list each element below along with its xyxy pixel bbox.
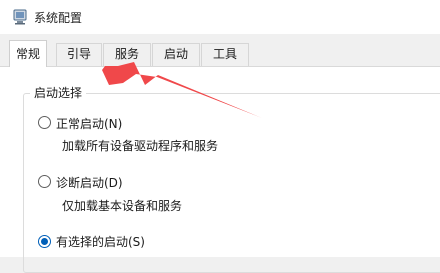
diagnostic-startup-description: 仅加载基本设备和服务 (62, 199, 183, 213)
window-title: 系统配置 (34, 11, 83, 25)
selective-startup-radio[interactable] (38, 235, 51, 248)
title-bar: 系统配置 (0, 0, 440, 34)
normal-startup-radio[interactable] (38, 116, 51, 129)
tab-startup[interactable]: 启动 (152, 43, 200, 66)
system-config-app-icon (13, 9, 27, 25)
startup-selection-legend: 启动选择 (30, 84, 87, 101)
selective-startup-label[interactable]: 有选择的启动(S) (56, 233, 145, 250)
tab-general[interactable]: 常规 (9, 40, 47, 67)
tab-tools[interactable]: 工具 (201, 43, 249, 66)
diagnostic-startup-label[interactable]: 诊断启动(D) (56, 174, 123, 191)
normal-startup-description: 加载所有设备驱动程序和服务 (62, 139, 219, 153)
diagnostic-startup-radio[interactable] (38, 175, 51, 188)
tab-boot[interactable]: 引导 (56, 43, 102, 66)
tab-services[interactable]: 服务 (103, 43, 151, 66)
normal-startup-label[interactable]: 正常启动(N) (56, 115, 122, 132)
